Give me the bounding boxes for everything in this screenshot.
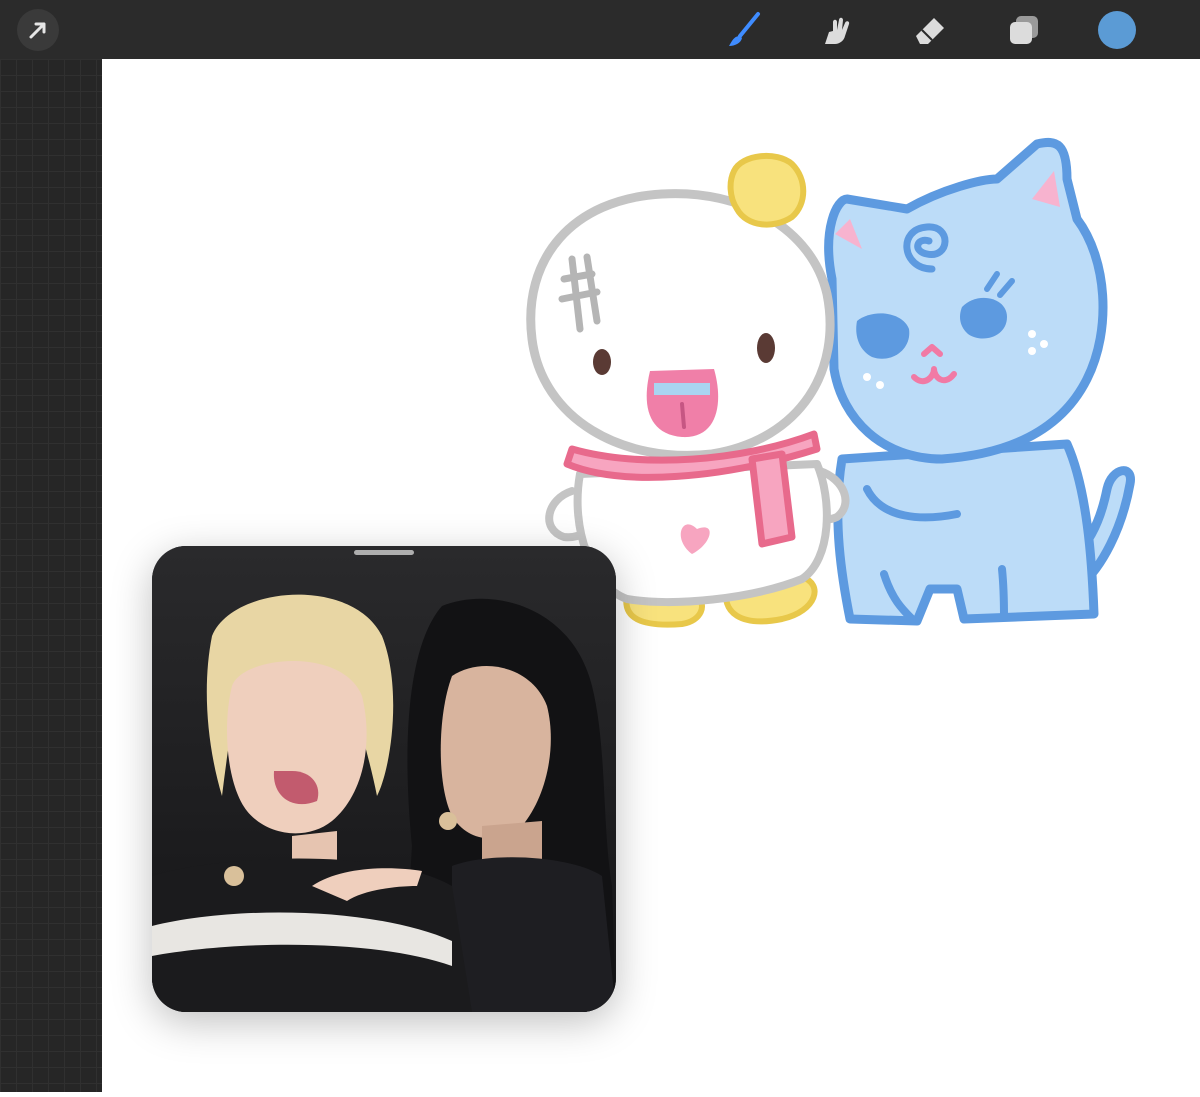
color-button[interactable]: [1095, 8, 1139, 52]
brush-tool-button[interactable]: [722, 8, 766, 52]
smudge-tool-button[interactable]: [815, 8, 859, 52]
arrow-icon: [17, 9, 59, 51]
sidebar: [0, 59, 102, 1092]
actions-button[interactable]: [16, 8, 60, 52]
blue-cat-character: [824, 137, 1135, 626]
picture-in-picture[interactable]: [152, 546, 616, 1012]
brush-icon: [729, 12, 760, 46]
eraser-icon: [916, 18, 944, 44]
layers-icon: [1010, 16, 1038, 44]
eraser-tool-button[interactable]: [908, 8, 952, 52]
top-toolbar: [0, 0, 1200, 59]
layers-button[interactable]: [1002, 8, 1046, 52]
photo-of-two-people: [152, 546, 616, 1012]
color-swatch-icon: [1098, 11, 1136, 49]
pip-drag-handle[interactable]: [354, 550, 414, 555]
smudge-icon: [825, 17, 850, 44]
